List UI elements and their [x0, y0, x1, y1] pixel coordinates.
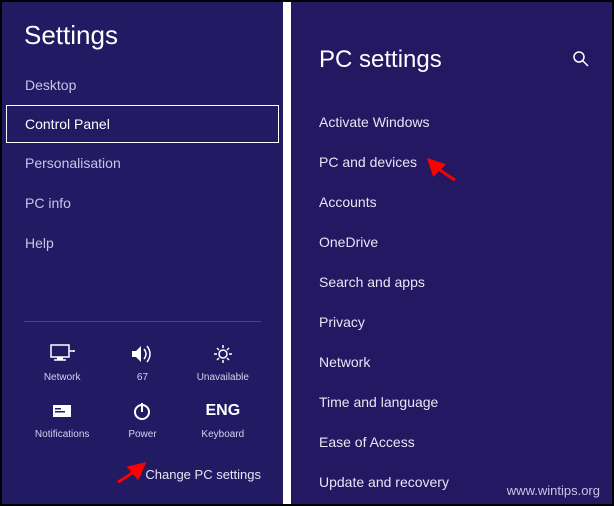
quick-settings-tiles: Network 67 Unavailable Notifications: [24, 321, 261, 444]
keyboard-label: Keyboard: [201, 429, 244, 440]
volume-label: 67: [137, 372, 148, 383]
brightness-label: Unavailable: [197, 372, 249, 383]
watermark: www.wintips.org: [507, 483, 600, 498]
notifications-icon: [49, 397, 75, 425]
settings-title: Settings: [2, 20, 283, 51]
pc-item-ease-of-access[interactable]: Ease of Access: [291, 422, 612, 462]
pc-settings-panel: PC settings Activate Windows PC and devi…: [291, 2, 612, 504]
brightness-tile[interactable]: Unavailable: [185, 336, 261, 387]
notifications-tile[interactable]: Notifications: [24, 393, 100, 444]
settings-item-desktop[interactable]: Desktop: [2, 65, 283, 105]
sun-icon: [210, 340, 236, 368]
power-label: Power: [128, 429, 156, 440]
pc-item-search-and-apps[interactable]: Search and apps: [291, 262, 612, 302]
network-tile[interactable]: Network: [24, 336, 100, 387]
change-pc-settings-link[interactable]: Change PC settings: [145, 467, 261, 482]
settings-item-pc-info[interactable]: PC info: [2, 183, 283, 223]
network-label: Network: [44, 372, 81, 383]
settings-item-help[interactable]: Help: [2, 223, 283, 263]
pc-item-network[interactable]: Network: [291, 342, 612, 382]
power-tile[interactable]: Power: [104, 393, 180, 444]
network-icon: [49, 340, 75, 368]
keyboard-lang-text: ENG: [205, 397, 240, 425]
settings-charm-panel: Settings Desktop Control Panel Personali…: [2, 2, 283, 504]
pc-item-time-and-language[interactable]: Time and language: [291, 382, 612, 422]
search-icon[interactable]: [572, 50, 590, 73]
pc-item-accounts[interactable]: Accounts: [291, 182, 612, 222]
speaker-icon: [129, 340, 155, 368]
keyboard-tile[interactable]: ENG Keyboard: [185, 393, 261, 444]
pc-item-activate-windows[interactable]: Activate Windows: [291, 102, 612, 142]
pc-item-pc-and-devices[interactable]: PC and devices: [291, 142, 612, 182]
settings-item-control-panel[interactable]: Control Panel: [6, 105, 279, 143]
pc-item-onedrive[interactable]: OneDrive: [291, 222, 612, 262]
pc-item-privacy[interactable]: Privacy: [291, 302, 612, 342]
notifications-label: Notifications: [35, 429, 89, 440]
pc-settings-title: PC settings: [291, 46, 612, 74]
settings-item-personalisation[interactable]: Personalisation: [2, 143, 283, 183]
volume-tile[interactable]: 67: [104, 336, 180, 387]
power-icon: [129, 397, 155, 425]
